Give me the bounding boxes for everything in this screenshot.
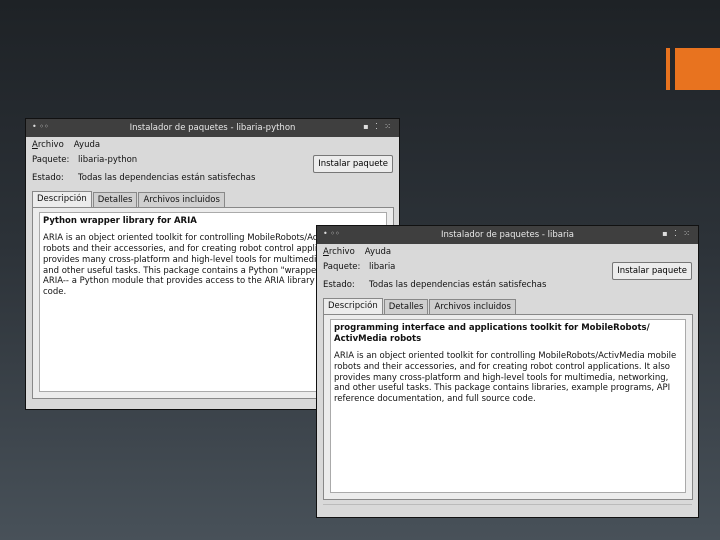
accent-bar-thin: [666, 48, 670, 90]
package-row: Paquete: libaria-python: [32, 155, 137, 165]
status-bar: [323, 504, 692, 513]
menu-archivo[interactable]: Archivo: [323, 247, 355, 257]
tab-detalles[interactable]: Detalles: [383, 299, 429, 315]
window-controls-icon[interactable]: ▪ ⁚ ⁙: [363, 122, 393, 131]
tab-bar: Descripción Detalles Archivos incluidos: [323, 298, 517, 315]
status-label: Estado:: [323, 280, 355, 290]
window-title: Instalador de paquetes - libaria: [440, 230, 575, 240]
tab-descripcion[interactable]: Descripción: [32, 191, 92, 207]
package-value: libaria: [369, 262, 396, 272]
accent-bar-thick: [675, 48, 720, 90]
description-heading: programming interface and applications t…: [334, 323, 650, 344]
menu-bar: Archivo Ayuda: [317, 244, 698, 259]
status-value: Todas las dependencias están satisfechas: [78, 173, 256, 183]
package-value: libaria-python: [78, 155, 138, 165]
status-row: Estado: Todas las dependencias están sat…: [32, 173, 255, 183]
status-value: Todas las dependencias están satisfechas: [369, 280, 547, 290]
tab-archivos-incluidos[interactable]: Archivos incluidos: [138, 192, 225, 208]
tab-archivos-incluidos[interactable]: Archivos incluidos: [429, 299, 516, 315]
menu-bar: Archivo Ayuda: [26, 137, 399, 152]
package-label: Paquete:: [32, 155, 70, 165]
window-title: Instalador de paquetes - libaria-python: [129, 123, 296, 133]
status-label: Estado:: [32, 173, 64, 183]
window-controls-icon[interactable]: ▪ ⁚ ⁙: [662, 229, 692, 238]
installer-window-libaria: • ◦◦ Instalador de paquetes - libaria ▪ …: [316, 225, 699, 518]
menu-ayuda[interactable]: Ayuda: [365, 247, 391, 257]
install-package-button[interactable]: Instalar paquete: [612, 262, 692, 280]
description-panel: programming interface and applications t…: [323, 314, 693, 500]
window-menu-icon[interactable]: • ◦◦: [323, 229, 340, 238]
menu-ayuda[interactable]: Ayuda: [74, 140, 100, 150]
tab-bar: Descripción Detalles Archivos incluidos: [32, 191, 226, 208]
title-bar[interactable]: • ◦◦ Instalador de paquetes - libaria-py…: [26, 119, 399, 137]
package-row: Paquete: libaria: [323, 262, 395, 272]
menu-archivo[interactable]: Archivo: [32, 140, 64, 150]
status-row: Estado: Todas las dependencias están sat…: [323, 280, 546, 290]
description-text-area[interactable]: programming interface and applications t…: [330, 319, 686, 493]
install-package-button[interactable]: Instalar paquete: [313, 155, 393, 173]
window-menu-icon[interactable]: • ◦◦: [32, 122, 49, 131]
tab-descripcion[interactable]: Descripción: [323, 298, 383, 314]
title-bar[interactable]: • ◦◦ Instalador de paquetes - libaria ▪ …: [317, 226, 698, 244]
package-label: Paquete:: [323, 262, 361, 272]
description-body: ARIA is an object oriented toolkit for c…: [334, 350, 677, 405]
tab-detalles[interactable]: Detalles: [92, 192, 138, 208]
